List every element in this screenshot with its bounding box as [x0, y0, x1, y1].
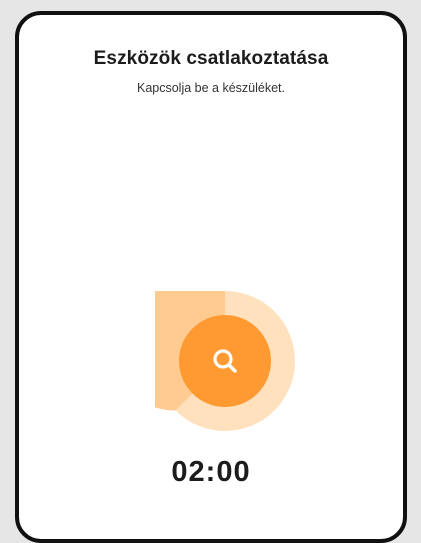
dialog-subtitle: Kapcsolja be a készüléket.	[136, 81, 285, 95]
countdown-timer: 02:00	[171, 456, 251, 488]
scan-indicator	[155, 291, 295, 431]
dialog-title: Eszközök csatlakoztatása	[93, 48, 329, 69]
connect-devices-dialog: Eszközök csatlakoztatása Kapcsolja be a …	[15, 11, 407, 543]
scan-center-button[interactable]	[179, 315, 271, 407]
scan-indicator-graphic	[155, 291, 295, 431]
